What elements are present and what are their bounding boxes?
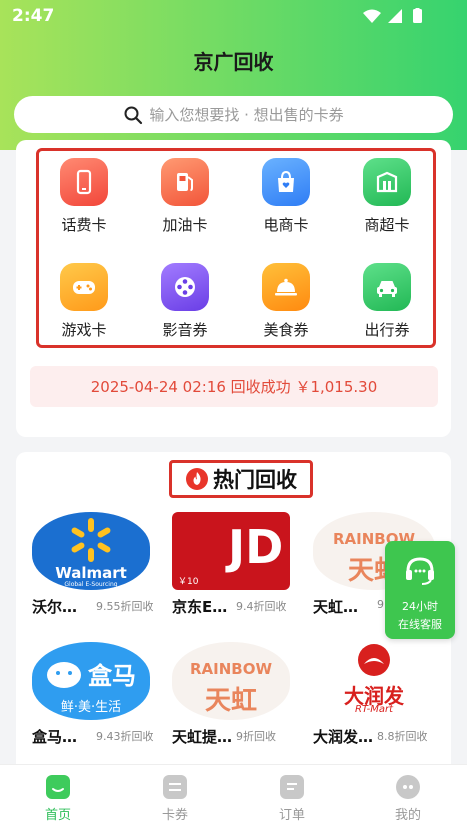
battery-icon <box>413 9 422 23</box>
recycle-notice: 2025-04-24 02:16 回收成功 ￥1,015.30 <box>30 366 438 407</box>
wifi-icon <box>363 9 381 23</box>
category-label: 话费卡 <box>61 216 107 234</box>
logo-text: Walmart <box>55 564 127 582</box>
tab-label: 首页 <box>44 808 71 823</box>
category-label: 影音券 <box>162 321 208 339</box>
product-card[interactable]: RAINBOW 天虹 天虹提… 9折回收 <box>172 642 297 746</box>
logo-text: RAINBOW <box>189 660 273 678</box>
category-label: 美食券 <box>263 321 309 339</box>
online-service-button[interactable]: 24小时 在线客服 <box>385 541 455 639</box>
bottom-tab-bar: 首页 卡券 订单 我的 <box>0 764 467 830</box>
tab-orders[interactable]: 订单 <box>252 775 332 823</box>
status-time: 2:47 <box>12 6 55 26</box>
logo-subtext: 鲜·美·生活 <box>60 700 122 715</box>
category-supermarket-card[interactable]: 商超卡 <box>347 158 427 235</box>
category-label: 加油卡 <box>162 216 208 234</box>
product-card[interactable]: 大润发 RT-Mart 大润发… 8.8折回收 <box>313 642 438 746</box>
category-label: 电商卡 <box>263 216 309 234</box>
food-cloche-icon <box>262 263 310 311</box>
category-media-voucher[interactable]: 影音券 <box>145 263 225 340</box>
logo-subtext: 天虹 <box>204 686 257 716</box>
product-name: 京东E… <box>172 598 228 616</box>
search-icon <box>124 106 143 124</box>
product-card[interactable]: Walmart Global E-Sourcing 沃尔… 9.55折回收 <box>32 512 157 616</box>
category-ecommerce-card[interactable]: 电商卡 <box>246 158 326 235</box>
hema-logo: 盒马 鲜·美·生活 <box>32 642 150 720</box>
car-icon <box>363 263 411 311</box>
search-bar[interactable]: 输入您想要找 · 想出售的卡券 <box>14 96 453 133</box>
phone-icon <box>60 158 108 206</box>
order-icon <box>280 775 304 799</box>
product-name: 天虹… <box>313 598 359 616</box>
status-bar: 2:47 <box>0 0 467 32</box>
tab-label: 卡券 <box>161 808 188 823</box>
film-reel-icon <box>161 263 209 311</box>
hot-recycle-title: 热门回收 <box>169 460 313 498</box>
product-name: 盒马… <box>32 728 78 746</box>
profile-icon <box>396 775 420 799</box>
product-rate: 8.8折回收 <box>377 730 428 743</box>
store-icon <box>363 158 411 206</box>
category-phone-card[interactable]: 话费卡 <box>44 158 124 235</box>
category-food-voucher[interactable]: 美食券 <box>246 263 326 340</box>
logo-text: 盒马 <box>88 662 136 690</box>
status-icons <box>363 8 422 23</box>
search-placeholder: 输入您想要找 · 想出售的卡券 <box>149 106 344 124</box>
category-fuel-card[interactable]: 加油卡 <box>145 158 225 235</box>
tab-home[interactable]: 首页 <box>18 775 98 823</box>
coupon-icon <box>163 775 187 799</box>
tab-coupons[interactable]: 卡券 <box>135 775 215 823</box>
logo-subtext: ￥10 <box>178 577 199 587</box>
product-name: 大润发… <box>313 728 374 746</box>
home-icon <box>46 775 70 799</box>
category-grid: 话费卡 加油卡 电商卡 商超卡 游戏卡 影音券 美食券 出行券 <box>36 148 436 348</box>
tab-profile[interactable]: 我的 <box>368 775 448 823</box>
category-label: 游戏卡 <box>61 321 107 339</box>
logo-subtext: Global E-Sourcing <box>64 581 118 588</box>
product-rate: 9折回收 <box>236 730 276 743</box>
category-travel-voucher[interactable]: 出行券 <box>347 263 427 340</box>
product-card[interactable]: JD ￥10 京东E… 9.4折回收 <box>172 512 297 616</box>
product-rate: 9.4折回收 <box>236 600 287 613</box>
product-name: 天虹提… <box>172 728 233 746</box>
hot-title-text: 热门回收 <box>213 468 297 492</box>
product-rate: 9.55折回收 <box>96 600 154 613</box>
product-name: 沃尔… <box>32 598 78 616</box>
walmart-logo: Walmart Global E-Sourcing <box>32 512 150 590</box>
category-game-card[interactable]: 游戏卡 <box>44 263 124 340</box>
headset-icon <box>406 557 434 585</box>
logo-text: JD <box>228 520 284 574</box>
jd-ecard-logo: JD ￥10 <box>172 512 290 590</box>
gamepad-icon <box>60 263 108 311</box>
category-label: 出行券 <box>364 321 410 339</box>
rainbow-logo: RAINBOW 天虹 <box>172 642 290 720</box>
tab-label: 我的 <box>394 808 421 823</box>
flame-icon <box>186 468 208 490</box>
category-card: 话费卡 加油卡 电商卡 商超卡 游戏卡 影音券 美食券 出行券 2025-04-… <box>16 140 451 437</box>
category-label: 商超卡 <box>364 216 410 234</box>
page-title: 京广回收 <box>193 50 274 74</box>
shopping-bag-icon <box>262 158 310 206</box>
product-card[interactable]: 盒马 鲜·美·生活 盒马… 9.43折回收 <box>32 642 157 746</box>
product-rate: 9 <box>377 598 384 611</box>
service-line1: 24小时 <box>402 600 438 613</box>
fuel-pump-icon <box>161 158 209 206</box>
signal-icon <box>388 9 402 23</box>
logo-subtext: RT-Mart <box>354 704 394 715</box>
tab-label: 订单 <box>278 808 305 823</box>
rt-mart-logo: 大润发 RT-Mart <box>313 642 435 720</box>
product-rate: 9.43折回收 <box>96 730 154 743</box>
service-line2: 在线客服 <box>398 618 442 631</box>
